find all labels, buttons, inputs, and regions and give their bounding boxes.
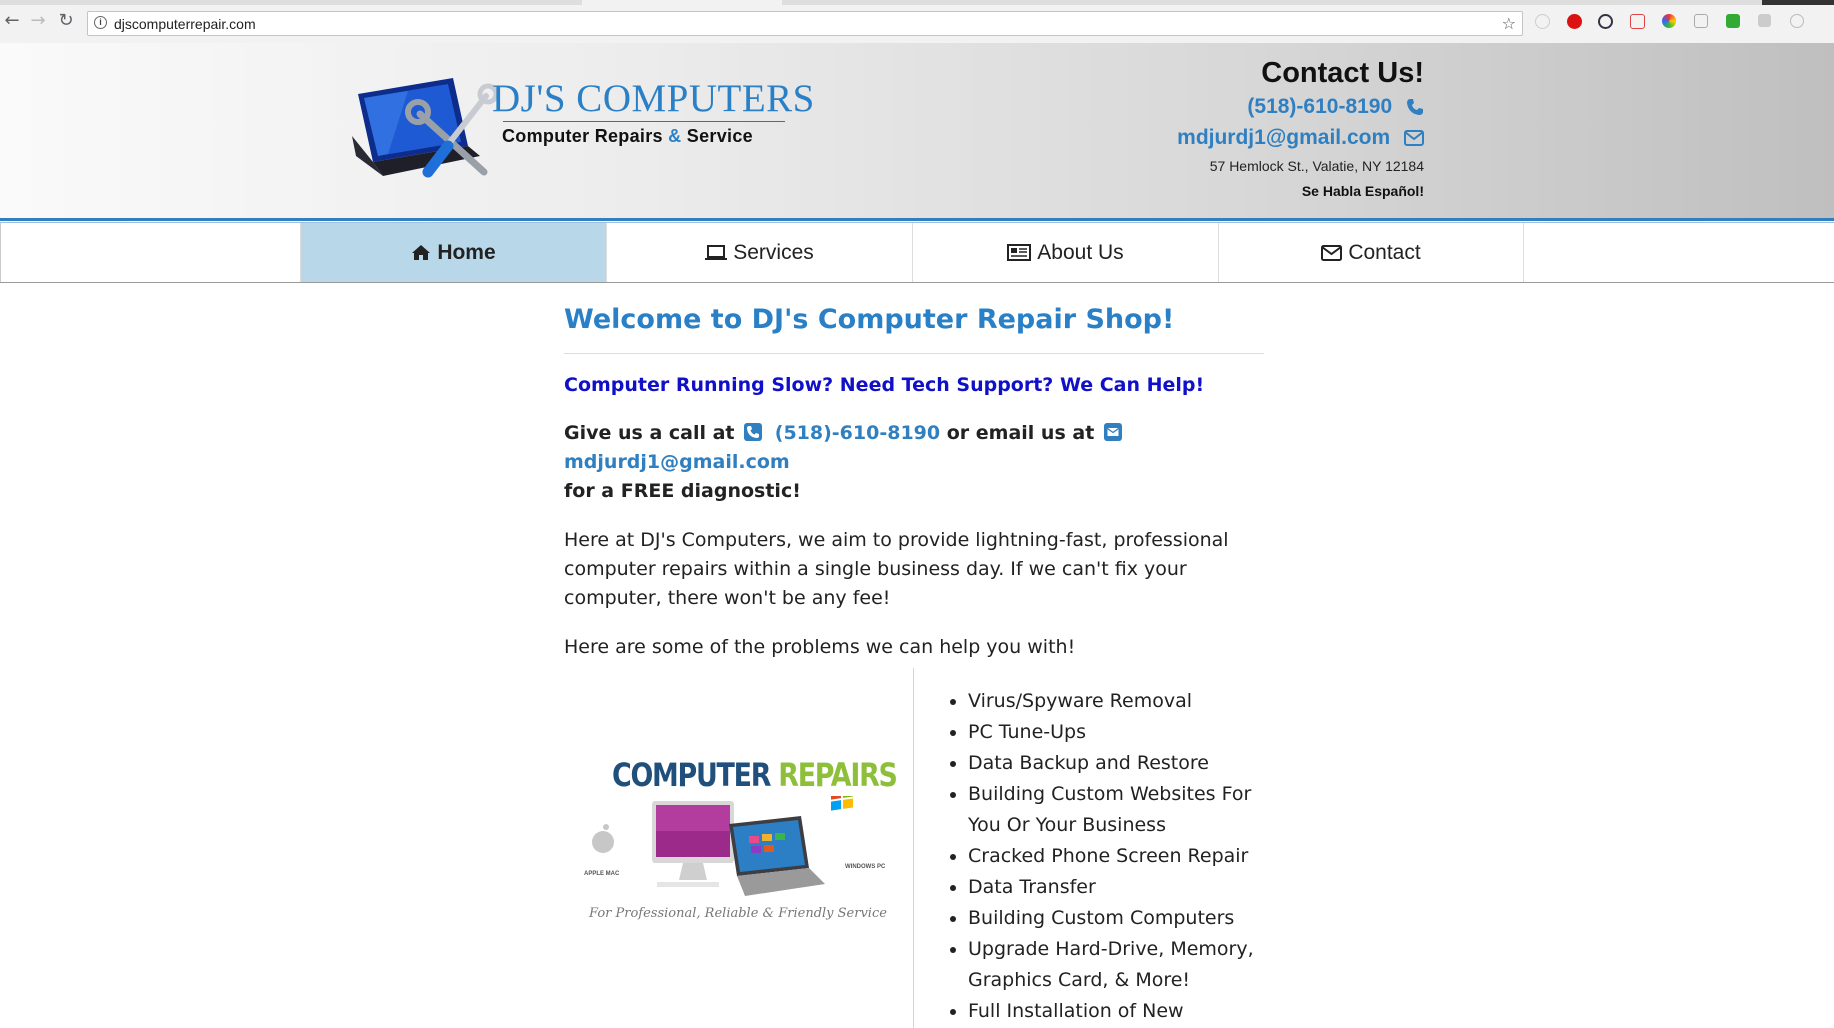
logo-divider: [503, 121, 785, 122]
call-suffix: for a FREE diagnostic!: [564, 480, 801, 502]
back-icon[interactable]: ←: [4, 12, 20, 30]
list-item: Cracked Phone Screen Repair: [968, 841, 1288, 872]
address-bar[interactable]: i djscomputerrepair.com ☆: [87, 11, 1523, 36]
extension-icon[interactable]: [1790, 14, 1804, 28]
color-picker-extension-icon[interactable]: [1662, 14, 1676, 28]
main-nav: Home Services About Us Contact: [0, 223, 1834, 283]
list-item: Virus/Spyware Removal: [968, 686, 1288, 717]
call-email-link[interactable]: mdjurdj1@gmail.com: [564, 451, 790, 473]
logo-subtitle-amp: &: [668, 126, 682, 146]
nav-services[interactable]: Services: [606, 223, 912, 282]
header-email[interactable]: mdjurdj1@gmail.com: [1177, 126, 1390, 149]
active-tab[interactable]: [582, 0, 782, 5]
laptop-icon: [705, 244, 728, 260]
services-section: COMPUTER REPAIRS APPLE MAC WINDOWS PC Fo…: [564, 668, 1264, 1028]
block-extension-icon[interactable]: [1598, 14, 1613, 29]
envelope-icon: [1404, 130, 1424, 147]
site-logo[interactable]: DJ'S COMPUTERS Computer Repairs & Servic…: [348, 76, 818, 181]
header-address: 57 Hemlock St., Valatie, NY 12184: [1209, 158, 1424, 174]
list-item: Building Custom Computers: [968, 903, 1288, 934]
nav-about[interactable]: About Us: [912, 223, 1218, 282]
apple-icon: [592, 824, 614, 853]
logo-title: DJ'S COMPUTERS: [492, 77, 815, 120]
phone-icon: [1407, 99, 1423, 116]
newspaper-icon: [1007, 244, 1032, 261]
spanish-note: Se Habla Español!: [1301, 183, 1424, 199]
browser-toolbar: ← → ↻ i djscomputerrepair.com ☆: [0, 0, 1834, 44]
header-email-link[interactable]: mdjurdj1@gmail.com: [1024, 122, 1424, 153]
call-phone-link[interactable]: (518)-610-8190: [775, 422, 940, 444]
logo-subtitle: Computer Repairs & Service: [502, 126, 753, 147]
list-item: Full Installation of New: [968, 996, 1288, 1027]
list-item: Building Custom Websites For You Or Your…: [968, 779, 1288, 841]
tab-strip: [0, 0, 1834, 5]
devices-illustration: [592, 796, 853, 896]
page-title: Welcome to DJ's Computer Repair Shop!: [564, 304, 1175, 335]
site-info-icon[interactable]: i: [94, 16, 107, 29]
header-phone-link[interactable]: (518)-610-8190: [1024, 91, 1424, 122]
list-item: Data Backup and Restore: [968, 748, 1288, 779]
site-header: [0, 43, 1834, 218]
list-item: PC Tune-Ups: [968, 717, 1288, 748]
address-url[interactable]: djscomputerrepair.com: [114, 16, 256, 32]
call-prefix: Give us a call at: [564, 422, 735, 444]
apple-mac-text: APPLE MAC: [584, 871, 620, 877]
opera-extension-icon[interactable]: [1567, 14, 1582, 29]
nav-home-label[interactable]: Home: [437, 241, 495, 265]
home-icon: [412, 245, 431, 260]
envelope-square-icon: [1103, 423, 1122, 441]
computer-repairs-image: COMPUTER REPAIRS APPLE MAC WINDOWS PC Fo…: [579, 756, 898, 931]
window-controls: [1762, 0, 1834, 5]
header-phone[interactable]: (518)-610-8190: [1247, 95, 1392, 118]
repairs-image-caption: For Professional, Reliable & Friendly Se…: [589, 906, 887, 921]
problems-intro: Here are some of the problems we can hel…: [564, 636, 1076, 658]
reload-icon[interactable]: ↻: [58, 12, 74, 30]
header-contact-block: Contact Us! (518)-610-8190 mdjurdj1@gmai…: [1024, 55, 1424, 203]
laptop-tools-icon: [352, 78, 498, 178]
page-extension-icon[interactable]: [1694, 14, 1708, 28]
nav-left-edge: [0, 223, 1, 282]
nav-home[interactable]: Home: [300, 223, 606, 282]
list-item: Upgrade Hard-Drive, Memory, Graphics Car…: [968, 934, 1288, 996]
problems-list: Virus/Spyware RemovalPC Tune-UpsData Bac…: [944, 686, 1288, 1027]
sheets-extension-icon[interactable]: [1726, 14, 1740, 28]
nav-about-label[interactable]: About Us: [1037, 241, 1123, 265]
logo-subtitle-part2: Service: [686, 126, 753, 146]
forward-icon[interactable]: →: [30, 12, 46, 30]
tagline: Computer Running Slow? Need Tech Support…: [564, 374, 1205, 396]
repairs-title-part2: REPAIRS: [778, 756, 898, 794]
contact-title: Contact Us!: [1261, 57, 1424, 89]
extension-icon[interactable]: [1758, 14, 1771, 27]
envelope-icon: [1321, 244, 1343, 261]
list-item: Data Transfer: [968, 872, 1288, 903]
call-mid: or email us at: [946, 422, 1095, 444]
logo-subtitle-part1: Computer Repairs: [502, 126, 663, 146]
pdf-extension-icon[interactable]: [1630, 14, 1645, 29]
main-content: Welcome to DJ's Computer Repair Shop! Co…: [564, 300, 1264, 662]
windows-pc-text: WINDOWS PC: [845, 864, 886, 870]
nav-contact[interactable]: Contact: [1218, 223, 1524, 282]
call-to-action: Give us a call at (518)-610-8190 or emai…: [564, 419, 1264, 506]
header-divider: [0, 218, 1834, 221]
windows-logo-icon: [831, 796, 853, 811]
extension-icon[interactable]: [1535, 14, 1550, 29]
nav-contact-label[interactable]: Contact: [1348, 241, 1420, 265]
column-divider: [913, 668, 914, 1028]
title-divider: [564, 353, 1264, 354]
repairs-image-title: COMPUTER REPAIRS: [612, 756, 898, 794]
repairs-title-part1: COMPUTER: [612, 756, 771, 794]
intro-paragraph: Here at DJ's Computers, we aim to provid…: [564, 529, 1229, 609]
phone-square-icon: [744, 423, 763, 441]
bookmark-star-icon[interactable]: ☆: [1502, 14, 1516, 33]
nav-services-label[interactable]: Services: [733, 241, 814, 265]
